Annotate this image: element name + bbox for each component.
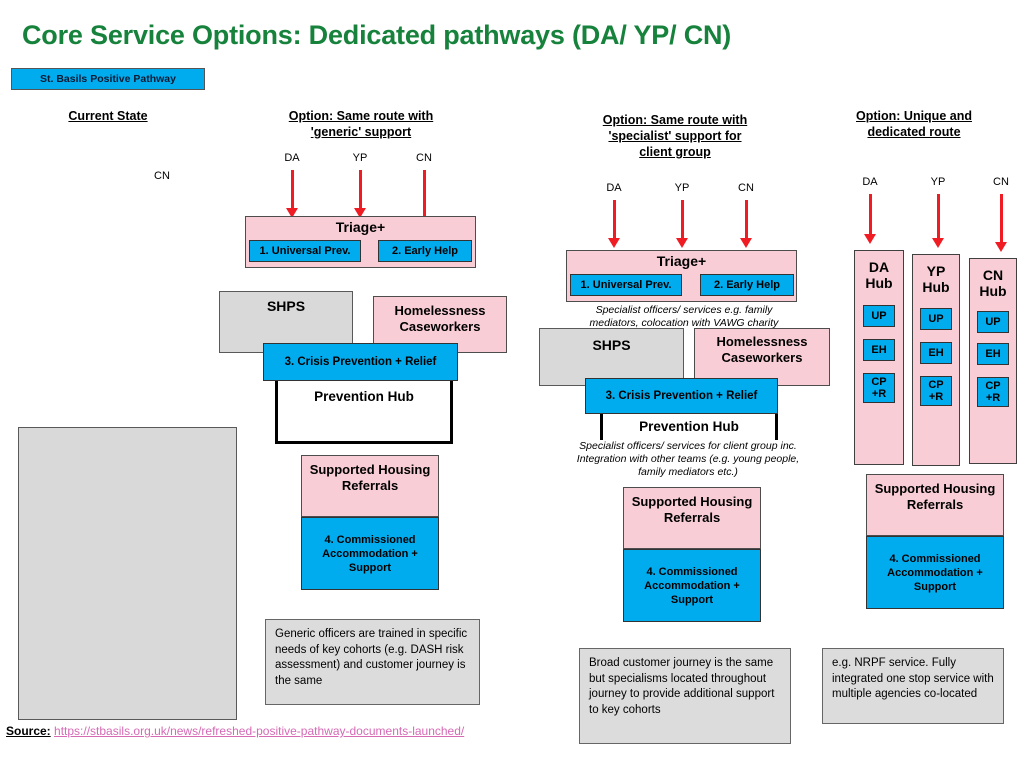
specialist-shps-label: SHPS [592, 337, 631, 353]
hub-cn-title: CN Hub [979, 267, 1007, 299]
dedicated-commissioned-box: 4. Commissioned Accommodation + Support [866, 536, 1004, 609]
dedicated-input-label-yp: YP [930, 176, 946, 188]
generic-caseworkers-label: Homelessness Caseworkers [394, 303, 486, 334]
hub-yp-chip-eh: EH [920, 342, 952, 364]
hub-cn-chip-cpr: CP +R [977, 377, 1009, 407]
specialist-arrow-cn [740, 200, 752, 248]
specialist-arrow-yp [676, 200, 688, 248]
hub-cn-chip-eh: EH [977, 343, 1009, 365]
specialist-prevention-hub-label: Prevention Hub [639, 419, 739, 434]
specialist-note: Broad customer journey is the same but s… [579, 648, 791, 744]
specialist-supported-housing-label: Supported Housing Referrals [631, 494, 753, 525]
current-state-cn-label: CN [154, 170, 170, 182]
dedicated-arrow-yp [932, 194, 944, 248]
column-heading-current-state: Current State [68, 109, 148, 123]
st-basils-banner: St. Basils Positive Pathway [11, 68, 205, 90]
hub-da-chip-cpr: CP +R [863, 373, 895, 403]
specialist-arrow-da [608, 200, 620, 248]
dedicated-arrow-cn [995, 194, 1007, 252]
generic-prevention-hub-label: Prevention Hub [314, 389, 414, 404]
hub-cn-chip-up: UP [977, 311, 1009, 333]
generic-triage-title: Triage+ [335, 219, 386, 235]
specialist-triage-title: Triage+ [656, 253, 707, 269]
generic-note: Generic officers are trained in specific… [265, 619, 480, 705]
specialist-input-label-yp: YP [674, 182, 690, 194]
generic-supported-housing-label: Supported Housing Referrals [309, 462, 431, 493]
hub-da-chip-eh: EH [863, 339, 895, 361]
generic-commissioned-box: 4. Commissioned Accommodation + Support [301, 517, 439, 590]
column-heading-specialist: Option: Same route with 'specialist' sup… [602, 113, 748, 159]
hub-yp-chip-up: UP [920, 308, 952, 330]
dedicated-input-label-cn: CN [993, 176, 1009, 188]
specialist-triage-stage-2: 2. Early Help [700, 274, 794, 296]
hub-yp-chip-cpr: CP +R [920, 376, 952, 406]
dedicated-note: e.g. NRPF service. Fully integrated one … [822, 648, 1004, 724]
generic-shps-label: SHPS [266, 298, 306, 314]
source-link[interactable]: https://stbasils.org.uk/news/refreshed-p… [54, 724, 464, 738]
specialist-input-label-cn: CN [738, 182, 754, 194]
hub-da-chip-up: UP [863, 305, 895, 327]
dedicated-supported-housing-label: Supported Housing Referrals [874, 481, 996, 512]
column-heading-generic: Option: Same route with 'generic' suppor… [288, 109, 434, 139]
page-title: Core Service Options: Dedicated pathways… [22, 20, 732, 50]
specialist-caseworkers-label: Homelessness Caseworkers [716, 334, 808, 365]
dedicated-arrow-da [864, 194, 876, 244]
specialist-supported-housing-box: Supported Housing Referrals [623, 487, 761, 549]
generic-input-label-cn: CN [416, 152, 432, 164]
generic-arrow-yp [354, 170, 366, 218]
generic-supported-housing-box: Supported Housing Referrals [301, 455, 439, 517]
dedicated-supported-housing-box: Supported Housing Referrals [866, 474, 1004, 536]
specialist-crisis-bar: 3. Crisis Prevention + Relief [585, 378, 778, 414]
source-row: Source: https://stbasils.org.uk/news/ref… [6, 724, 464, 738]
generic-triage-stage-2: 2. Early Help [378, 240, 472, 262]
specialist-triage-note: Specialist officers/ services e.g. famil… [572, 304, 796, 330]
st-basils-banner-label: St. Basils Positive Pathway [40, 73, 176, 85]
hub-yp-title: YP Hub [922, 263, 950, 295]
generic-triage-stage-1: 1. Universal Prev. [249, 240, 361, 262]
specialist-commissioned-box: 4. Commissioned Accommodation + Support [623, 549, 761, 622]
generic-prevention-hub-box: Prevention Hub [275, 378, 453, 444]
specialist-triage-stage-1: 1. Universal Prev. [570, 274, 682, 296]
current-state-placeholder-box [18, 427, 237, 720]
generic-input-label-da: DA [284, 152, 300, 164]
generic-arrow-da [286, 170, 298, 218]
column-heading-dedicated: Option: Unique and dedicated route [856, 109, 972, 139]
dedicated-input-label-da: DA [862, 176, 878, 188]
specialist-hub-note: Specialist officers/ services for client… [572, 440, 804, 479]
generic-crisis-bar: 3. Crisis Prevention + Relief [263, 343, 458, 381]
generic-input-label-yp: YP [352, 152, 368, 164]
hub-da-title: DA Hub [865, 259, 893, 291]
specialist-input-label-da: DA [606, 182, 622, 194]
source-label: Source: [6, 724, 51, 738]
